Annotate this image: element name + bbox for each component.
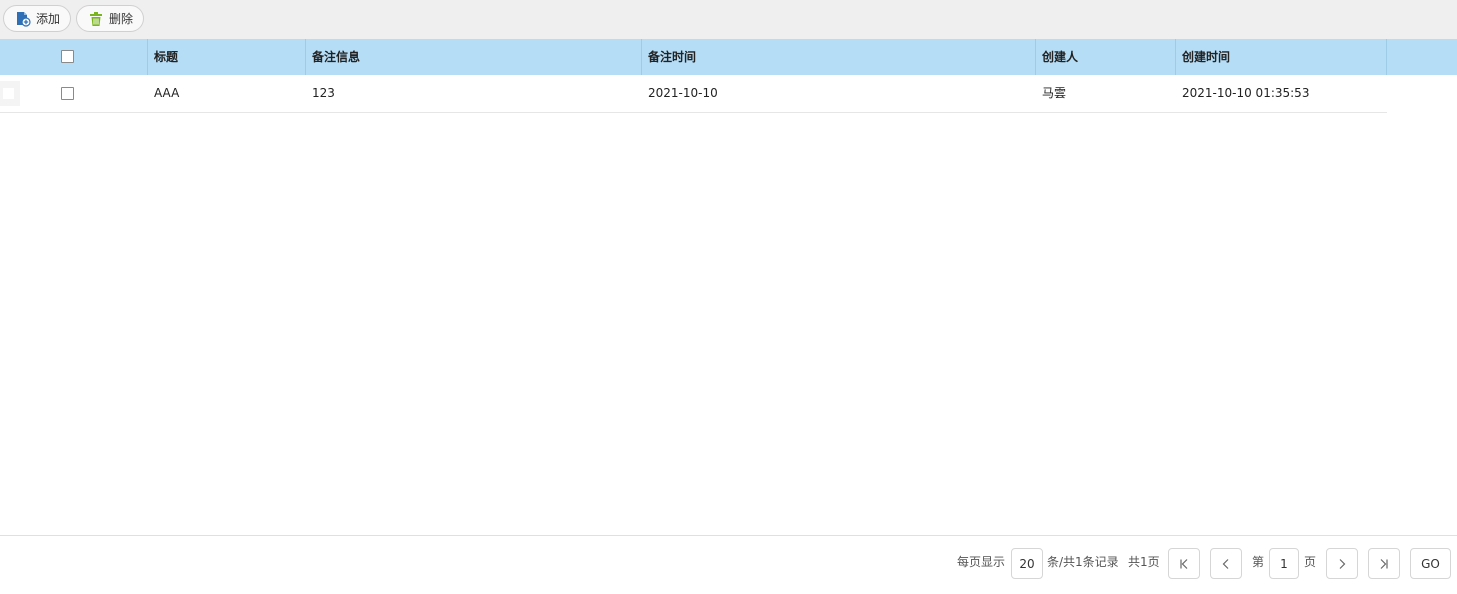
column-header-title[interactable]: 标题 <box>148 39 306 75</box>
next-page-button[interactable] <box>1326 548 1358 579</box>
column-header-remark-time[interactable]: 备注时间 <box>642 39 1036 75</box>
add-file-icon <box>15 11 31 27</box>
row-number-cell <box>0 81 20 106</box>
column-header-creator[interactable]: 创建人 <box>1036 39 1176 75</box>
row-checkbox[interactable] <box>61 87 74 100</box>
cell-created-at: 2021-10-10 01:35:53 <box>1182 86 1310 100</box>
page-number-input[interactable]: 1 <box>1269 548 1299 579</box>
cell-remark-time: 2021-10-10 <box>648 86 718 100</box>
last-page-button[interactable] <box>1368 548 1400 579</box>
header-select-cell <box>0 39 148 75</box>
first-page-icon <box>1180 558 1188 569</box>
toolbar: 添加 删除 <box>0 0 1457 39</box>
cell-creator: 马雲 <box>1042 86 1067 100</box>
per-page-input[interactable]: 20 <box>1011 548 1043 579</box>
last-page-icon <box>1380 558 1388 569</box>
page-suffix-label: 页 <box>1304 555 1317 569</box>
total-pages-label: 共1页 <box>1128 555 1160 569</box>
column-header-created-at[interactable]: 创建时间 <box>1176 39 1387 75</box>
table-row[interactable]: AAA 123 2021-10-10 马雲 2021-10-10 01:35:5… <box>0 75 1387 113</box>
page-prefix-label: 第 <box>1252 555 1265 569</box>
next-page-icon <box>1339 558 1346 569</box>
add-button[interactable]: 添加 <box>3 5 71 32</box>
go-button[interactable]: GO <box>1410 548 1451 579</box>
pagination-bar: 每页显示 20 条/共1条记录 共1页 第 1 页 GO <box>0 535 1457 594</box>
cell-title: AAA <box>154 86 180 100</box>
add-button-label: 添加 <box>36 12 61 26</box>
first-page-button[interactable] <box>1168 548 1200 579</box>
prev-page-button[interactable] <box>1210 548 1242 579</box>
cell-remark: 123 <box>312 86 335 100</box>
per-page-label: 每页显示 <box>957 555 1006 569</box>
table-header: 标题 备注信息 备注时间 创建人 创建时间 <box>0 39 1457 75</box>
prev-page-icon <box>1222 558 1229 569</box>
trash-icon <box>88 11 104 27</box>
delete-button[interactable]: 删除 <box>76 5 144 32</box>
delete-button-label: 删除 <box>109 12 134 26</box>
records-label: 条/共1条记录 <box>1047 555 1119 569</box>
select-all-checkbox[interactable] <box>61 50 74 63</box>
column-header-remark[interactable]: 备注信息 <box>306 39 642 75</box>
